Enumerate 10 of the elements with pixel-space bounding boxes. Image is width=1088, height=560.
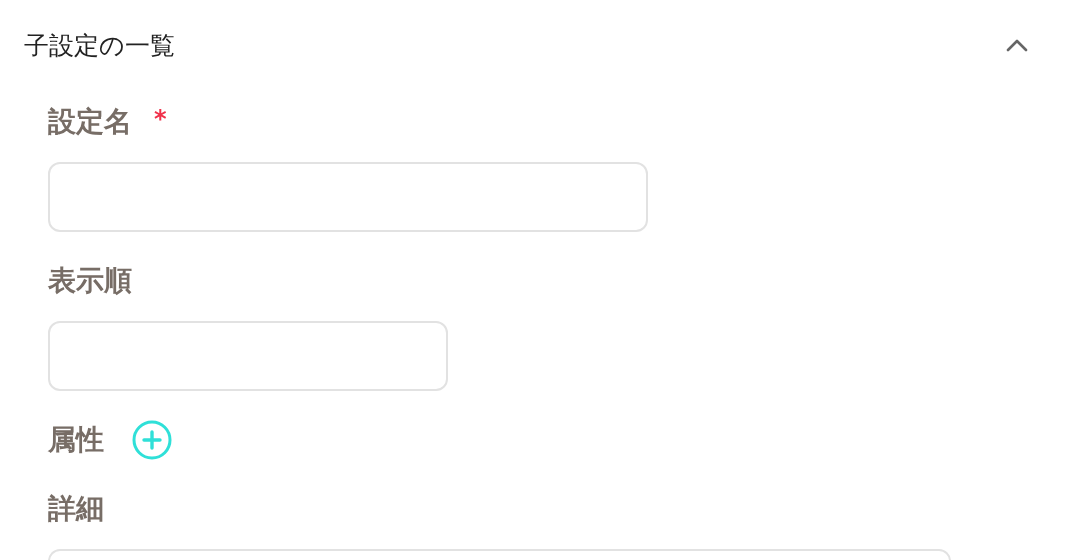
field-label: 設定名 [48,104,132,140]
required-mark: * [154,105,167,133]
field-label: 詳細 [48,491,104,527]
input-field[interactable] [48,321,448,391]
add-icon[interactable] [132,420,172,460]
field-label: 属性 [48,422,104,458]
chevron-icon[interactable] [1006,38,1028,52]
section-title: 子設定の一覧 [24,29,175,62]
field-label: 表示順 [48,263,132,299]
input-field[interactable] [48,162,648,232]
